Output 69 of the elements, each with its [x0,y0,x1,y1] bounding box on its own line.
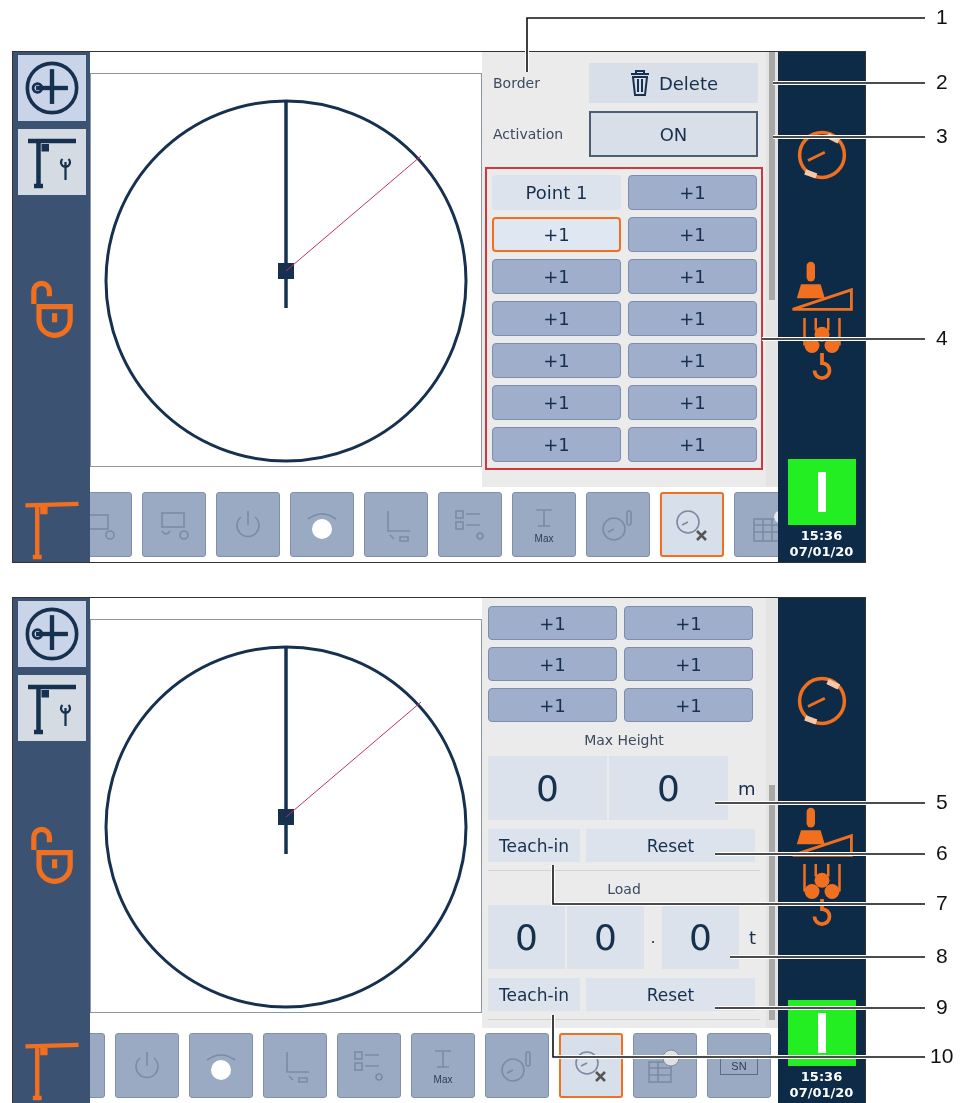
tile-label: Max [433,1073,453,1085]
increment-button[interactable]: +1 [492,385,621,420]
increment-button[interactable]: +1 [628,385,757,420]
toolbar-button[interactable]: Max [411,1033,475,1098]
callout-number: 8 [936,944,948,968]
reset-button[interactable]: Reset [586,978,755,1011]
increment-button[interactable]: +1 [628,175,757,210]
clock-time: 15:36 [800,1069,843,1085]
increment-button[interactable]: +1 [488,606,617,640]
sidebar-button[interactable] [17,129,86,195]
digit-field[interactable]: 0 [488,905,565,969]
callout-number: 7 [936,891,948,915]
increment-button[interactable]: +1 [624,606,753,640]
section-label: Load [606,881,642,897]
toolbar-button[interactable]: SN [707,1033,771,1098]
increment-button[interactable]: +1 [628,427,757,462]
callout-number: 1 [936,5,948,29]
scrollbar-thumb[interactable] [769,785,775,1020]
digit-field[interactable]: 0 [567,905,644,969]
scrollbar-thumb[interactable] [769,52,775,300]
bar-icon [817,472,826,512]
toggle-button[interactable]: ON [589,111,758,157]
callout-number: 9 [936,995,948,1019]
callout-number: 2 [936,70,948,94]
callout-number: 10 [930,1044,954,1068]
tile-label: Max [534,532,554,544]
teach-in-button[interactable]: Teach-in [488,978,580,1011]
digit-field[interactable]: 0 [488,756,607,820]
increment-button[interactable]: +1 [628,217,757,252]
increment-button[interactable]: +1 [624,688,753,722]
digit-field[interactable]: 0 [662,905,739,969]
toolbar-button[interactable] [633,1033,697,1098]
callout-number: 4 [936,326,948,350]
increment-button[interactable]: +1 [492,343,621,378]
increment-button[interactable]: +1 [492,259,621,294]
reset-button[interactable]: Reset [586,829,755,862]
point-name-button[interactable]: Point 1 [492,175,621,210]
toolbar-button[interactable]: Max [512,492,576,557]
callout-number: 5 [936,790,948,814]
increment-button[interactable]: +1 [488,647,617,681]
increment-button[interactable]: +1 [628,343,757,378]
callout-number: 3 [936,124,948,148]
sidebar-button[interactable] [17,55,86,121]
trash-icon [628,69,651,97]
bar-icon [817,1013,826,1053]
decimal-point: . [649,927,657,947]
unit-label: t [749,926,757,948]
unit-label: m [738,777,756,799]
increment-button[interactable]: +1 [628,259,757,294]
plate-label: SN [720,1056,758,1075]
clock-date: 07/01/20 [789,544,854,560]
callout-number: 6 [936,841,948,865]
sidebar-button[interactable] [17,675,86,741]
increment-button[interactable]: +1 [492,427,621,462]
teach-in-button[interactable]: Teach-in [488,829,580,862]
increment-button[interactable]: +1 [492,301,621,336]
sidebar-button[interactable] [17,601,86,667]
toolbar-button[interactable] [559,1033,623,1098]
increment-button[interactable]: +1 [492,217,621,252]
delete-button[interactable]: Delete [589,63,758,103]
section-label: Max Height [583,732,665,748]
clock-date: 07/01/20 [789,1085,854,1101]
field-label: Activation [492,126,565,142]
increment-button[interactable]: +1 [624,647,753,681]
increment-button[interactable]: +1 [488,688,617,722]
field-label: Border [492,75,541,91]
digit-field[interactable]: 0 [609,756,728,820]
clock-time: 15:36 [800,528,843,544]
increment-button[interactable]: +1 [628,301,757,336]
